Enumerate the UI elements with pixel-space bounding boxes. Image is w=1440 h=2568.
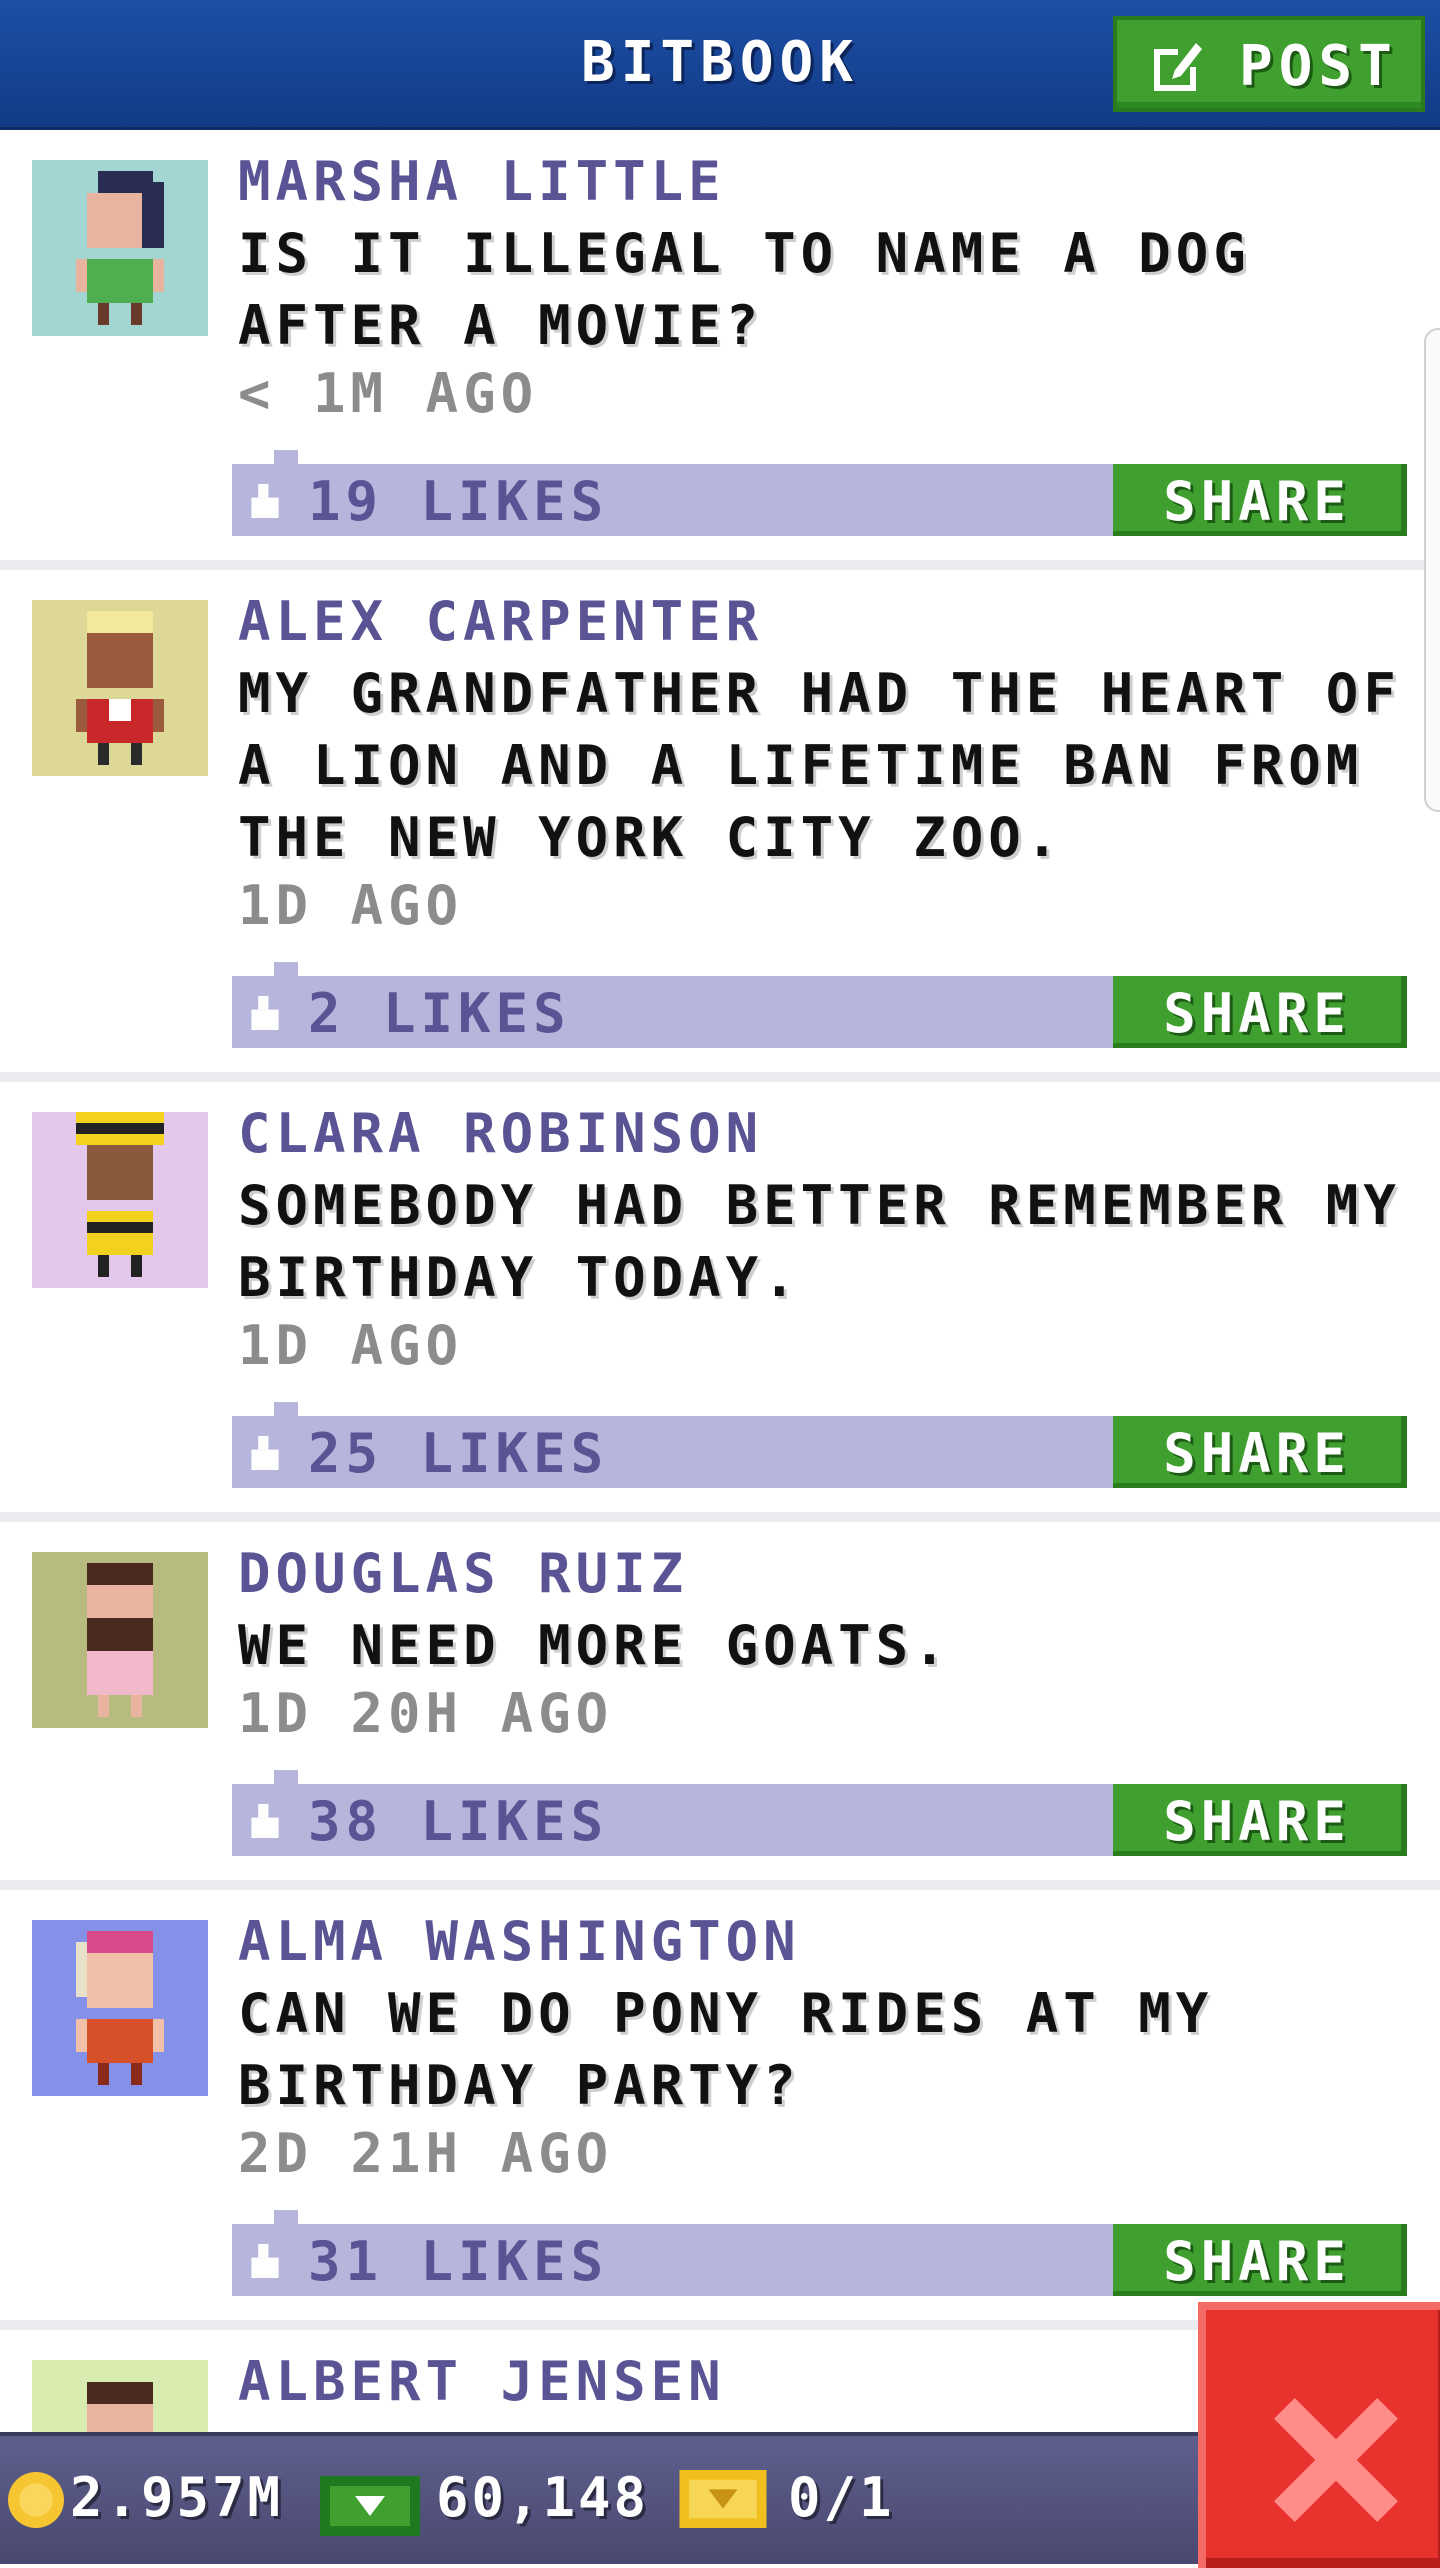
post-time: 1D AGO xyxy=(238,874,464,937)
divider xyxy=(0,1072,1440,1082)
close-icon xyxy=(1274,2398,1398,2522)
like-bar: 25 LIKES SHARE xyxy=(232,1402,1407,1488)
avatar[interactable] xyxy=(32,1112,208,1288)
post-author[interactable]: CLARA ROBINSON xyxy=(238,1102,763,1165)
ticket-icon xyxy=(679,2470,767,2528)
post-author[interactable]: MARSHA LITTLE xyxy=(238,150,726,213)
bux-count: 60,148 xyxy=(436,2466,650,2529)
feed-post: CLARA ROBINSON SOMEBODY HAD BETTER REMEM… xyxy=(0,1082,1440,1512)
bux-icon xyxy=(320,2476,420,2536)
feed-post: ALEX CARPENTER MY GRANDFATHER HAD THE HE… xyxy=(0,570,1440,1072)
divider xyxy=(0,1512,1440,1522)
post-author[interactable]: ALEX CARPENTER xyxy=(238,590,763,653)
share-button-label: SHARE xyxy=(1163,2230,1351,2293)
post-button[interactable]: POST xyxy=(1113,16,1425,112)
likes-count: 19 LIKES xyxy=(308,470,609,533)
share-button[interactable]: SHARE xyxy=(1113,1416,1407,1488)
share-button-label: SHARE xyxy=(1163,1790,1351,1853)
post-time: 1D AGO xyxy=(238,1314,464,1377)
post-time: < 1M AGO xyxy=(238,362,539,425)
post-author[interactable]: ALMA WASHINGTON xyxy=(238,1910,801,1973)
likes-count: 2 LIKES xyxy=(308,982,571,1045)
likes-count: 25 LIKES xyxy=(308,1422,609,1485)
post-author[interactable]: ALBERT JENSEN xyxy=(238,2350,726,2413)
thumb-up-icon[interactable] xyxy=(248,484,282,518)
like-bar: 19 LIKES SHARE xyxy=(232,450,1407,536)
feed-post: ALMA WASHINGTON CAN WE DO PONY RIDES AT … xyxy=(0,1890,1440,2320)
share-button-label: SHARE xyxy=(1163,470,1351,533)
post-message: CAN WE DO PONY RIDES AT MY BIRTHDAY PART… xyxy=(238,1982,1214,2117)
likes-count: 38 LIKES xyxy=(308,1790,609,1853)
share-button[interactable]: SHARE xyxy=(1113,976,1407,1048)
thumb-up-icon[interactable] xyxy=(248,1436,282,1470)
divider xyxy=(0,1880,1440,1890)
avatar[interactable] xyxy=(32,1552,208,1728)
edit-icon xyxy=(1154,43,1202,91)
thumb-up-icon[interactable] xyxy=(248,2244,282,2278)
share-button[interactable]: SHARE xyxy=(1113,464,1407,536)
share-button[interactable]: SHARE xyxy=(1113,2224,1407,2296)
coin-icon xyxy=(8,2472,64,2528)
post-message: MY GRANDFATHER HAD THE HEART OF A LION A… xyxy=(238,662,1401,869)
avatar[interactable] xyxy=(32,600,208,776)
divider xyxy=(0,560,1440,570)
share-button-label: SHARE xyxy=(1163,1422,1351,1485)
like-bar: 38 LIKES SHARE xyxy=(232,1770,1407,1856)
scrollbar[interactable] xyxy=(1424,328,1440,812)
tickets-count: 0/1 xyxy=(788,2466,895,2529)
post-message: IS IT ILLEGAL TO NAME A DOG AFTER A MOVI… xyxy=(238,222,1251,357)
avatar[interactable] xyxy=(32,1920,208,2096)
share-button-label: SHARE xyxy=(1163,982,1351,1045)
post-time: 2D 21H AGO xyxy=(238,2122,614,2185)
avatar[interactable] xyxy=(32,160,208,336)
feed-post: DOUGLAS RUIZ WE NEED MORE GOATS. 1D 20H … xyxy=(0,1522,1440,1880)
post-time: 1D 20H AGO xyxy=(238,1682,614,1745)
post-author[interactable]: DOUGLAS RUIZ xyxy=(238,1542,688,1605)
likes-count: 31 LIKES xyxy=(308,2230,609,2293)
avatar[interactable] xyxy=(32,2360,208,2432)
like-bar: 2 LIKES SHARE xyxy=(232,962,1407,1048)
post-button-label: POST xyxy=(1239,34,1398,99)
like-bar: 31 LIKES SHARE xyxy=(232,2210,1407,2296)
app-header: BITBOOK POST xyxy=(0,0,1440,130)
feed-post: MARSHA LITTLE IS IT ILLEGAL TO NAME A DO… xyxy=(0,130,1440,560)
close-button[interactable] xyxy=(1198,2302,1440,2568)
coins-count: 2.957M xyxy=(70,2466,284,2529)
post-message: WE NEED MORE GOATS. xyxy=(238,1614,951,1677)
share-button[interactable]: SHARE xyxy=(1113,1784,1407,1856)
thumb-up-icon[interactable] xyxy=(248,996,282,1030)
post-message: SOMEBODY HAD BETTER REMEMBER MY BIRTHDAY… xyxy=(238,1174,1401,1309)
thumb-up-icon[interactable] xyxy=(248,1804,282,1838)
